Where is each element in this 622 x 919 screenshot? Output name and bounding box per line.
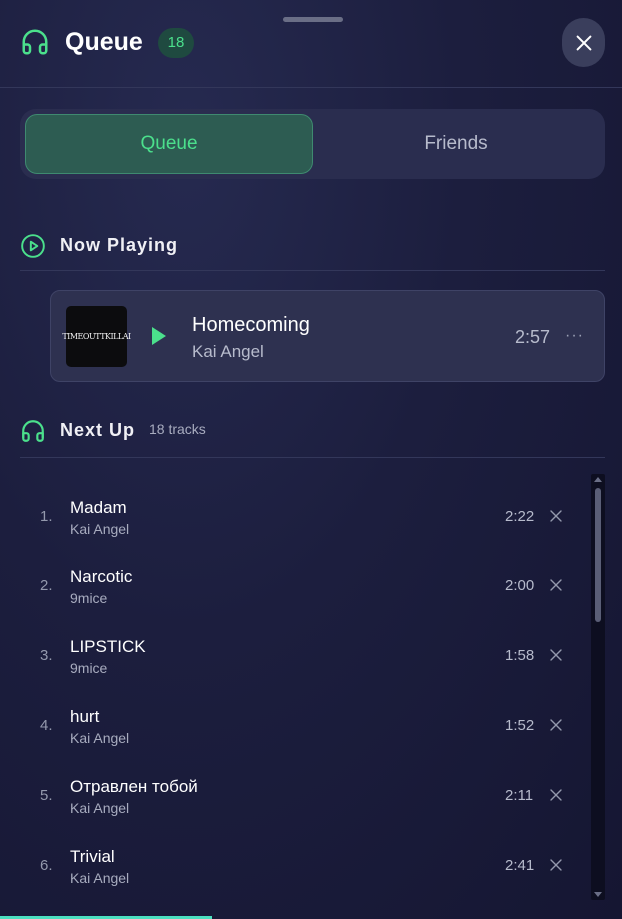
play-circle-icon bbox=[21, 234, 45, 258]
scroll-up-arrow-icon[interactable] bbox=[594, 477, 602, 482]
now-playing-header: Now Playing bbox=[20, 221, 605, 271]
scrollbar[interactable] bbox=[591, 474, 605, 900]
list-item[interactable]: 5. Отравлен тобой Kai Angel 2:11 bbox=[20, 759, 586, 829]
track-duration: 1:58 bbox=[505, 647, 535, 664]
list-item[interactable]: 4. hurt Kai Angel 1:52 bbox=[20, 689, 586, 759]
list-item[interactable]: 6. Trivial Kai Angel 2:41 bbox=[20, 829, 586, 899]
track-artist: 9mice bbox=[70, 660, 108, 676]
track-number: 4. bbox=[40, 717, 53, 734]
header: Queue 18 bbox=[0, 0, 622, 88]
remove-icon[interactable] bbox=[549, 648, 563, 662]
tab-queue[interactable]: Queue bbox=[25, 114, 313, 174]
now-playing-track-title: Homecoming bbox=[192, 314, 310, 336]
track-duration: 2:22 bbox=[505, 508, 535, 525]
list-item[interactable]: 1. Madam Kai Angel 2:22 bbox=[20, 480, 586, 550]
track-duration: 2:41 bbox=[505, 857, 535, 874]
next-up-title: Next Up bbox=[60, 420, 136, 440]
track-title: Narcotic bbox=[70, 567, 133, 586]
track-duration: 2:00 bbox=[505, 577, 535, 594]
play-icon[interactable] bbox=[152, 327, 166, 345]
track-title: Отравлен тобой bbox=[70, 777, 198, 796]
remove-icon[interactable] bbox=[549, 858, 563, 872]
track-duration: 1:52 bbox=[505, 717, 535, 734]
track-number: 6. bbox=[40, 857, 53, 874]
queue-count-badge: 18 bbox=[158, 28, 194, 58]
track-list: 1. Madam Kai Angel 2:22 2. Narcotic 9mic… bbox=[20, 470, 586, 910]
queue-panel: Queue 18 Queue Friends Now Playing TIMEO… bbox=[0, 0, 622, 919]
track-title: Trivial bbox=[70, 847, 115, 866]
album-cover-text: TIMEOUTTKILLAI bbox=[62, 332, 131, 341]
remove-icon[interactable] bbox=[549, 578, 563, 592]
track-number: 5. bbox=[40, 787, 53, 804]
next-up-count: 18 tracks bbox=[149, 421, 206, 437]
now-playing-track-artist: Kai Angel bbox=[192, 342, 264, 361]
track-title: Madam bbox=[70, 498, 127, 517]
track-artist: Kai Angel bbox=[70, 521, 130, 537]
track-duration: 2:11 bbox=[505, 787, 534, 804]
list-item[interactable]: 2. Narcotic 9mice 2:00 bbox=[20, 549, 586, 619]
track-title: hurt bbox=[70, 707, 100, 726]
close-button[interactable] bbox=[562, 18, 605, 67]
track-artist: Kai Angel bbox=[70, 730, 130, 746]
now-playing-card[interactable]: TIMEOUTTKILLAI Homecoming Kai Angel 2:57… bbox=[50, 290, 605, 382]
page-title: Queue bbox=[65, 28, 143, 56]
headphones-icon bbox=[22, 29, 48, 55]
track-number: 2. bbox=[40, 577, 53, 594]
now-playing-title: Now Playing bbox=[60, 235, 179, 255]
list-item[interactable]: 3. LIPSTICK 9mice 1:58 bbox=[20, 619, 586, 689]
track-artist: Kai Angel bbox=[70, 870, 130, 886]
track-number: 1. bbox=[40, 508, 53, 525]
close-icon bbox=[576, 35, 591, 50]
tab-bar: Queue Friends bbox=[20, 109, 605, 179]
remove-icon[interactable] bbox=[549, 509, 563, 523]
next-up-header: Next Up 18 tracks bbox=[20, 404, 605, 458]
scroll-down-arrow-icon[interactable] bbox=[594, 892, 602, 897]
remove-icon[interactable] bbox=[549, 718, 563, 732]
now-playing-duration: 2:57 bbox=[515, 327, 551, 347]
track-title: LIPSTICK bbox=[70, 637, 146, 656]
more-options-icon[interactable]: ··· bbox=[565, 327, 584, 345]
scrollbar-thumb[interactable] bbox=[595, 488, 601, 622]
tab-friends[interactable]: Friends bbox=[312, 114, 600, 174]
headphones-icon bbox=[22, 420, 44, 442]
album-cover: TIMEOUTTKILLAI bbox=[62, 306, 131, 367]
track-number: 3. bbox=[40, 647, 53, 664]
remove-icon[interactable] bbox=[549, 788, 563, 802]
track-artist: Kai Angel bbox=[70, 800, 130, 816]
track-artist: 9mice bbox=[70, 590, 108, 606]
